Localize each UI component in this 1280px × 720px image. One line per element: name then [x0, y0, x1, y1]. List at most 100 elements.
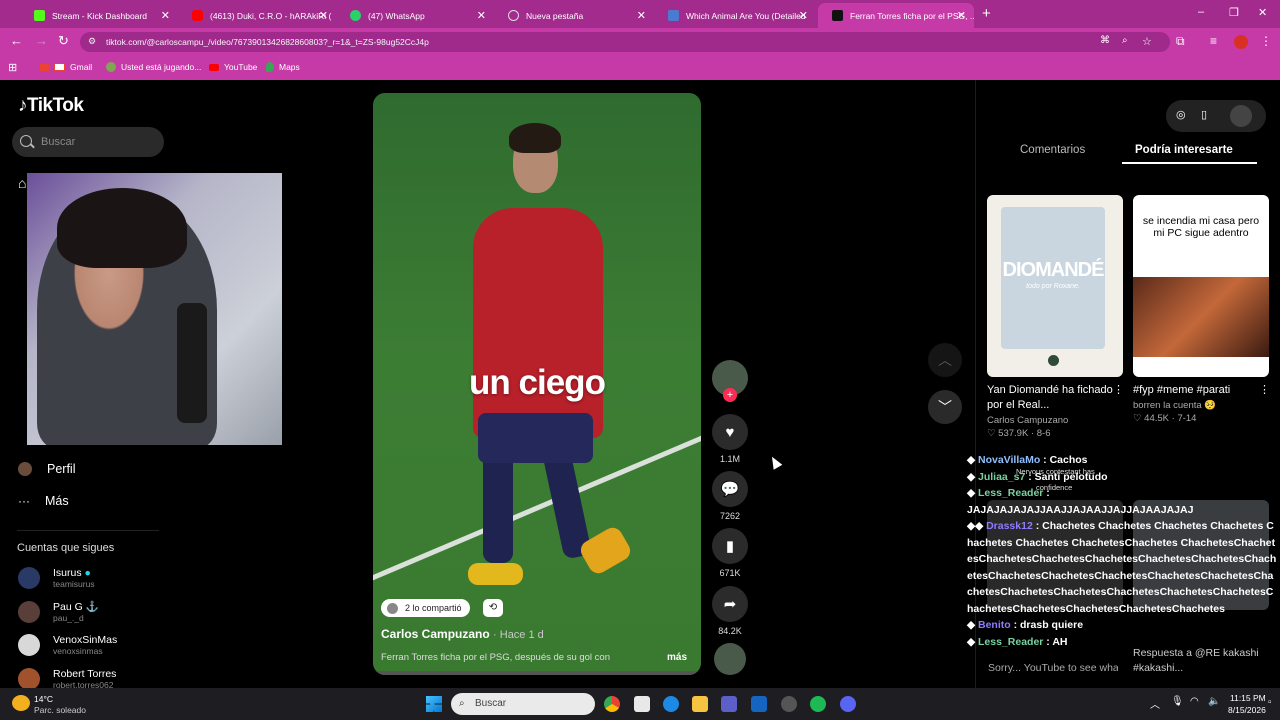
windows-taskbar: 14°C Parc. soleado Buscar ⌕ ︿ 🎙 ◠ 🔈 11:1… — [0, 688, 1280, 720]
search-input[interactable]: Buscar — [12, 127, 164, 157]
notification-icon[interactable]: ▫ — [1268, 697, 1272, 708]
more-icon: ··· — [18, 494, 30, 508]
verified-icon: ● — [84, 567, 91, 579]
active-tab-indicator — [1122, 162, 1257, 164]
video-progress-bar[interactable] — [373, 671, 701, 675]
weather-desc[interactable]: Parc. soleado — [34, 705, 86, 715]
suggested-video-card[interactable]: se incendia mi casa pero mi PC sigue ade… — [1133, 195, 1270, 424]
restore-button[interactable]: ❐ — [1229, 6, 1239, 19]
site-info-icon[interactable]: ⚙ — [88, 36, 96, 47]
close-icon[interactable]: ✕ — [161, 9, 170, 22]
extensions-icon[interactable]: ⧉ — [1176, 34, 1185, 49]
comment-button[interactable]: 💬 7262 — [712, 471, 748, 521]
more-link[interactable]: más — [667, 652, 687, 663]
chrome-menu-icon[interactable]: ⋮ — [1260, 34, 1272, 48]
like-count: 1.1M — [719, 454, 740, 464]
clock-date[interactable]: 8/15/2026 — [1228, 705, 1266, 715]
tiktok-logo[interactable]: ♪TikTok — [18, 95, 84, 117]
volume-icon[interactable]: 🔈 — [1208, 696, 1220, 707]
wifi-icon[interactable]: ◠ — [1190, 696, 1199, 707]
following-account[interactable]: Pau G ⚓ pau_._d — [18, 600, 99, 623]
home-icon[interactable]: ⌂ — [18, 175, 26, 191]
tab-animal-quiz[interactable]: Which Animal Are You (Detailed ✕ — [654, 3, 816, 28]
close-icon[interactable]: ✕ — [637, 9, 646, 22]
follow-plus-icon[interactable]: + — [723, 388, 737, 402]
following-account[interactable]: VenoxSinMas venoxsinmas — [18, 634, 117, 656]
media-controls-icon[interactable]: ≡ — [1210, 34, 1217, 48]
edge-icon[interactable] — [663, 696, 679, 712]
bookmark-maps[interactable]: Maps — [266, 62, 300, 72]
nav-profile[interactable]: Perfil — [18, 462, 75, 476]
youtube-icon — [209, 63, 219, 71]
repost-icon[interactable]: ⟲ — [483, 599, 503, 617]
url-text[interactable]: tiktok.com/@carloscampu_/video/767390134… — [106, 37, 429, 47]
taskbar-search-input[interactable]: Buscar — [451, 693, 595, 715]
weather-icon[interactable] — [12, 695, 30, 711]
avatar[interactable] — [1230, 105, 1252, 127]
new-tab-button[interactable]: + — [982, 5, 991, 22]
bookmark-gmail[interactable]: Gmail — [40, 62, 92, 72]
close-icon[interactable]: ✕ — [477, 9, 486, 22]
apps-grid-icon[interactable]: ⊞ — [8, 61, 17, 74]
suggested-video-card[interactable]: DIOMANDÉ todo por Roxane. Yan Diomandé h… — [987, 195, 1124, 439]
weather-temp[interactable]: 14°C — [34, 694, 53, 704]
following-account[interactable]: Robert Torres robert.torres062 — [18, 668, 116, 690]
omnibox[interactable]: ⚙ tiktok.com/@carloscampu_/video/7673901… — [80, 32, 1170, 52]
bookmark-youtube[interactable]: YouTube — [209, 62, 257, 72]
chat-user: NovaVillaMo — [978, 454, 1041, 466]
reload-icon[interactable]: ↻ — [58, 33, 69, 49]
forward-arrow-icon[interactable]: → — [35, 33, 48, 48]
tab-kick[interactable]: Stream - Kick Dashboard ✕ — [20, 3, 178, 28]
close-icon[interactable]: ✕ — [319, 9, 328, 22]
tab-comments[interactable]: Comentarios — [1020, 144, 1085, 156]
like-button[interactable]: ♥ 1.1M — [712, 414, 748, 464]
translate-icon[interactable]: ⌘ — [1100, 35, 1110, 46]
zoom-icon[interactable]: ⌕ — [1122, 35, 1128, 46]
previous-video-button[interactable]: ︿ — [928, 343, 962, 377]
minimize-button[interactable]: – — [1198, 6, 1204, 18]
teams-icon[interactable] — [721, 696, 737, 712]
tab-whatsapp[interactable]: (47) WhatsApp ✕ — [336, 3, 494, 28]
post-time: · Hace 1 d — [493, 629, 544, 641]
card-menu-icon[interactable]: ⋮ — [1113, 383, 1124, 396]
tab-suggested[interactable]: Podría interesarte — [1135, 144, 1233, 156]
tab-youtube[interactable]: (4613) Duki, C.R.O - hARAkiRi ( ✕ — [178, 3, 336, 28]
close-icon[interactable]: ✕ — [957, 9, 966, 22]
following-account[interactable]: Isurus ● teamisurus — [18, 567, 95, 589]
video-description: Ferran Torres ficha por el PSG, después … — [381, 652, 611, 663]
phone-icon[interactable]: ▯ — [1201, 108, 1207, 121]
bookmark-chess[interactable]: Usted está jugando... — [106, 62, 201, 72]
chevron-up-icon[interactable]: ︿ — [1150, 696, 1160, 711]
share-button[interactable]: ➦ 84.2K — [712, 586, 748, 636]
tab-tiktok-active[interactable]: Ferran Torres ficha por el PSG, ... ✕ — [818, 3, 974, 28]
back-arrow-icon[interactable]: ← — [10, 33, 23, 48]
tiktok-logo-text: TikTok — [27, 95, 84, 116]
close-window-button[interactable]: ✕ — [1258, 6, 1267, 19]
profile-avatar[interactable] — [1234, 35, 1248, 49]
close-icon[interactable]: ✕ — [799, 9, 808, 22]
card-menu-icon[interactable]: ⋮ — [1259, 383, 1270, 396]
card-likes: 537.9K — [998, 428, 1029, 439]
video-player[interactable]: un ciego 2 lo compartió ⟲ Carlos Campuza… — [373, 93, 701, 675]
mail-icon[interactable] — [751, 696, 767, 712]
video-author[interactable]: Carlos Campuzano · Hace 1 d — [381, 627, 544, 641]
save-button[interactable]: ▮ 671K — [712, 528, 748, 578]
discord-icon[interactable] — [840, 696, 856, 712]
author-avatar-button[interactable]: + — [712, 360, 748, 402]
microphone-icon[interactable]: 🎙 — [1171, 696, 1184, 707]
account-name: VenoxSinMas — [53, 634, 118, 646]
folder-icon[interactable] — [692, 696, 708, 712]
file-manager-icon[interactable] — [634, 696, 650, 712]
kick-icon — [34, 10, 45, 21]
spotify-icon[interactable] — [810, 696, 826, 712]
windows-start-icon[interactable] — [426, 696, 442, 712]
chrome-icon[interactable] — [604, 696, 620, 712]
clock-time[interactable]: 11:15 PM — [1230, 693, 1266, 703]
sound-disc-button[interactable] — [712, 643, 748, 675]
tab-new[interactable]: Nueva pestaña ✕ — [494, 3, 654, 28]
nav-more[interactable]: ··· Más — [18, 494, 69, 508]
obs-icon[interactable] — [781, 696, 797, 712]
compass-icon[interactable]: ◎ — [1176, 108, 1186, 121]
bookmark-star-icon[interactable]: ☆ — [1142, 35, 1152, 48]
next-video-button[interactable]: ﹀ — [928, 390, 962, 424]
